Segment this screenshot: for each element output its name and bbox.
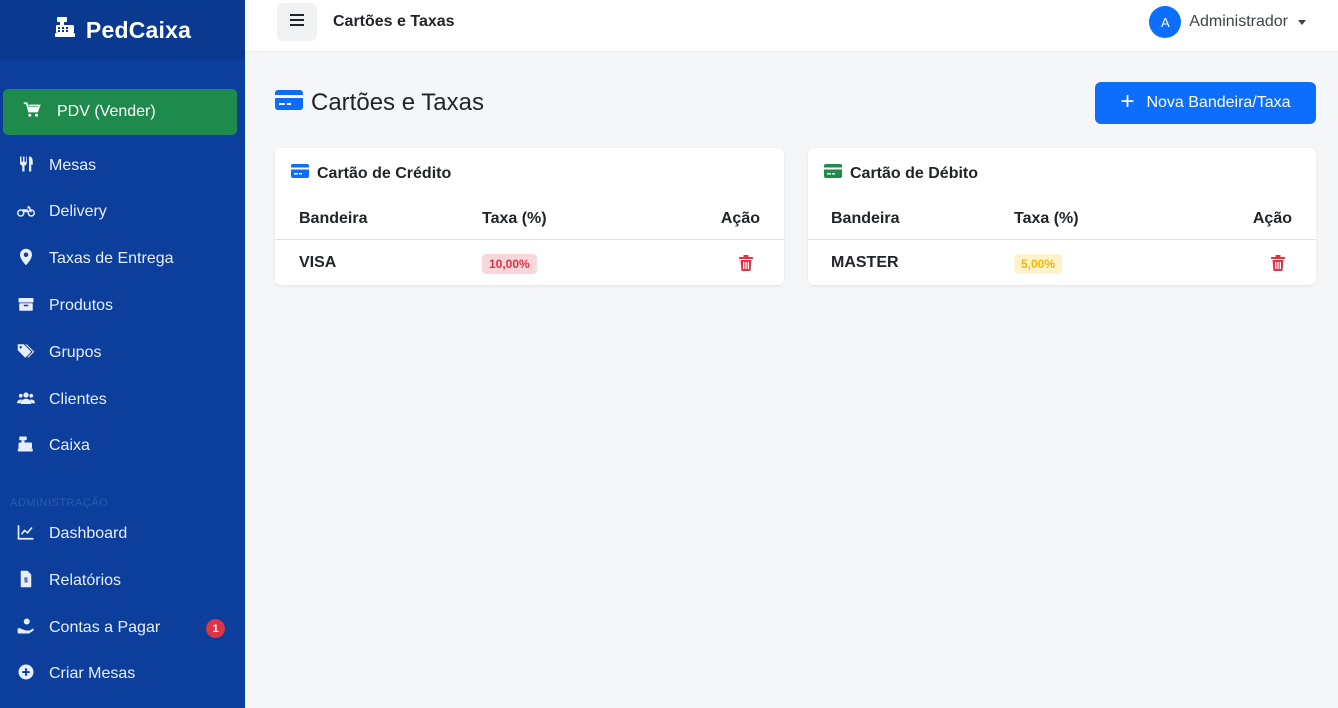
credit-card-icon	[291, 164, 309, 183]
chart-line-icon	[17, 523, 35, 546]
credit-card-icon	[275, 88, 303, 117]
column-header: Bandeira	[831, 210, 900, 227]
users-icon	[17, 389, 35, 412]
sidebar-item-label: Grupos	[49, 344, 102, 361]
hand-holding-dollar-icon	[17, 617, 35, 640]
sidebar-item-label: Criar Mesas	[49, 665, 136, 682]
caret-down-icon	[1298, 19, 1306, 25]
sidebar: PedCaixa PDV (Vender) Mesas Delivery Tax…	[0, 0, 245, 708]
sidebar-item-caixa[interactable]: Caixa	[0, 426, 245, 466]
file-invoice-icon	[17, 570, 35, 593]
plus-icon: +	[1120, 87, 1135, 115]
utensils-icon	[17, 155, 35, 178]
sidebar-item-label: Mesas	[49, 157, 97, 174]
column-header: Taxa (%)	[1014, 210, 1079, 227]
trash-icon[interactable]	[1271, 255, 1285, 271]
menu-toggle-button[interactable]	[277, 3, 317, 41]
card-title: Cartão de Crédito	[317, 164, 452, 182]
sidebar-item-label: Caixa	[49, 437, 90, 454]
page-header: Cartões e Taxas	[275, 88, 484, 117]
sidebar-item-clientes[interactable]: Clientes	[0, 380, 245, 420]
divider	[275, 239, 784, 240]
page-title: Cartões e Taxas	[311, 88, 484, 116]
credit-card-icon	[824, 164, 842, 183]
sidebar-item-criar-mesas[interactable]: Criar Mesas	[0, 654, 245, 694]
sidebar-item-grupos[interactable]: Grupos	[0, 333, 245, 373]
sidebar-item-label: Relatórios	[49, 572, 122, 589]
topbar-title: Cartões e Taxas	[333, 13, 455, 30]
brand-cell: VISA	[299, 254, 337, 271]
divider	[808, 239, 1316, 240]
user-name: Administrador	[1189, 13, 1288, 30]
sidebar-item-produtos[interactable]: Produtos	[0, 286, 245, 326]
card-header: Cartão de Crédito	[291, 164, 451, 183]
column-header: Ação	[720, 210, 760, 227]
cash-register-icon	[54, 15, 78, 45]
sidebar-item-mesas[interactable]: Mesas	[0, 146, 245, 186]
sidebar-item-contas-pagar[interactable]: Contas a Pagar 1	[0, 608, 245, 648]
plus-circle-icon	[17, 663, 35, 686]
sidebar-item-label: Taxas de Entrega	[49, 250, 174, 267]
trash-icon[interactable]	[739, 255, 753, 271]
card-header: Cartão de Débito	[824, 164, 978, 183]
cash-register-icon	[17, 435, 35, 458]
pdv-button[interactable]: PDV (Vender)	[3, 89, 237, 135]
card-title: Cartão de Débito	[850, 164, 979, 182]
brand[interactable]: PedCaixa	[0, 0, 245, 60]
section-heading-admin: ADMINISTRAÇÃO	[10, 497, 109, 509]
credit-card-panel: Cartão de Crédito Bandeira Taxa (%) Ação…	[275, 148, 784, 285]
new-brand-rate-button[interactable]: + Nova Bandeira/Taxa	[1095, 82, 1316, 124]
sidebar-item-label: Dashboard	[49, 525, 128, 542]
sidebar-item-relatorios[interactable]: Relatórios	[0, 561, 245, 601]
notification-badge: 1	[206, 619, 225, 638]
debit-card-panel: Cartão de Débito Bandeira Taxa (%) Ação …	[808, 148, 1316, 285]
sidebar-item-taxas-entrega[interactable]: Taxas de Entrega	[0, 239, 245, 279]
sidebar-item-label: Clientes	[49, 391, 107, 408]
brand-name: PedCaixa	[85, 16, 192, 43]
column-header: Taxa (%)	[482, 210, 547, 227]
topbar: Cartões e Taxas A Administrador	[245, 0, 1338, 52]
box-icon	[17, 295, 35, 318]
column-header: Bandeira	[299, 210, 368, 227]
sidebar-item-dashboard[interactable]: Dashboard	[0, 514, 245, 554]
sidebar-item-delivery[interactable]: Delivery	[0, 192, 245, 232]
sidebar-item-label: Produtos	[49, 297, 114, 314]
rate-badge: 5,00%	[1014, 254, 1063, 274]
sidebar-item-label: Contas a Pagar	[49, 619, 161, 636]
hamburger-icon	[290, 13, 304, 31]
tags-icon	[17, 342, 35, 365]
cart-icon	[23, 101, 41, 124]
map-marker-icon	[17, 248, 35, 271]
motorcycle-icon	[17, 201, 35, 224]
brand-cell: MASTER	[831, 254, 899, 271]
column-header: Ação	[1252, 210, 1292, 227]
sidebar-item-label: Delivery	[49, 203, 107, 220]
user-menu[interactable]: A Administrador	[1149, 6, 1306, 38]
avatar: A	[1149, 6, 1182, 38]
pdv-label: PDV (Vender)	[57, 103, 156, 120]
rate-badge: 10,00%	[482, 254, 537, 274]
new-button-label: Nova Bandeira/Taxa	[1146, 94, 1291, 111]
